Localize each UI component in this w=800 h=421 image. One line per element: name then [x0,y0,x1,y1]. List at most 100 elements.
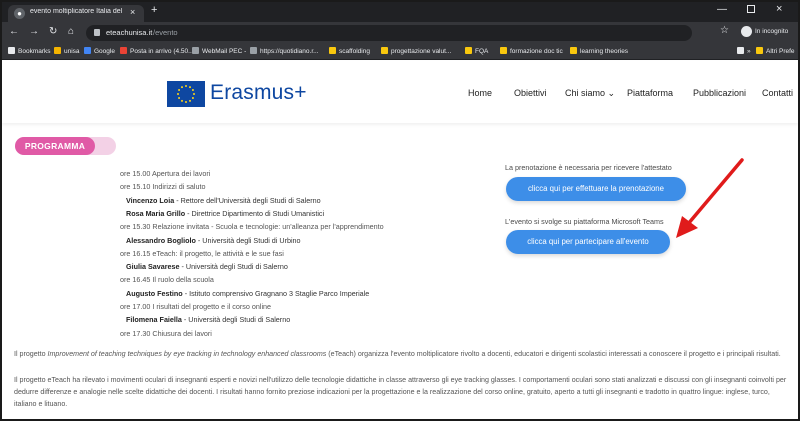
schedule-item: ore 15.00 Apertura dei lavori [120,169,210,178]
bookmark-item[interactable]: WebMail PEC - [192,47,246,55]
schedule-text: eTeach: il progetto, le attività e le su… [152,248,284,258]
bookmark-item[interactable]: » [737,47,751,55]
bookmark-item[interactable]: scaffolding [329,47,370,55]
schedule-text: Chiusura dei lavori [152,328,212,338]
eu-star [181,86,183,89]
nav-home[interactable]: Home [468,88,492,98]
schedule-time: ore 17.00 [120,302,151,311]
speaker-role: - Università degli Studi di Salerno [181,315,291,325]
bookmark-label: Bookmarks [18,48,51,55]
bookmark-folder-icon [737,47,744,54]
bookmark-item[interactable]: progettazione valut... [381,47,451,55]
bookmark-item[interactable]: Bookmarks [8,47,51,55]
booking-button[interactable]: clicca qui per effettuare la prenotazion… [506,177,686,201]
bookmark-item[interactable]: unisa [54,47,80,55]
speaker-role: - Istituto comprensivo Gragnano 3 Stagli… [182,288,370,298]
new-tab-button[interactable]: + [151,4,157,16]
browser-window: ● evento moltiplicatore Italia del p × +… [0,0,800,421]
nav-chi-siamo[interactable]: Chi siamo ⌄ [565,88,615,99]
speaker-name: Filomena Faiella [126,315,182,325]
site-header: Erasmus+ Home Obiettivi Chi siamo ⌄ Piat… [2,61,798,123]
speaker-role: - Rettore dell'Università degli Studi di… [174,195,321,205]
bookmark-label: scaffolding [339,48,370,55]
schedule-time: ore 16.45 [120,275,151,285]
window-close-icon[interactable]: × [776,3,782,15]
url-path: /evento [153,28,178,37]
description-paragraph-1: Il progetto Improvement of teaching tech… [14,348,794,360]
speaker-name: Alessandro Bogliolo [126,235,196,245]
back-arrow-icon[interactable]: ← [9,26,19,37]
bookmark-folder-icon [381,47,388,54]
speaker-name: Giulia Savarese [126,262,180,272]
maximize-icon[interactable] [747,5,755,13]
eu-star [181,99,183,102]
schedule-item: ore 16.45 Il ruolo della scuola [120,275,214,284]
event-platform-note: L'evento si svolge su piattaforma Micros… [505,217,664,226]
bookmark-label: Google [94,48,115,55]
speaker-line: Giulia Savarese - Università degli Studi… [126,262,288,271]
speaker-role: - Direttrice Dipartimento di Studi Umani… [185,208,325,218]
description-intro-rest: (eTeach) organizza l'evento moltiplicato… [326,350,781,358]
eu-star [189,99,191,102]
bookmark-folder-icon [500,47,507,54]
eu-flag-logo[interactable] [167,81,205,107]
schedule-time: ore 15.10 [120,182,151,192]
minimize-icon[interactable]: — [717,4,727,15]
nav-contatti[interactable]: Contatti [762,88,793,98]
bookmark-item[interactable]: https://quotidiano.r... [250,47,319,55]
browser-toolbar: ← → ↻ ⌂ eteachunisa.it /evento ☆ In inco… [2,22,798,44]
bookmark-item[interactable]: Google [84,47,115,55]
bookmark-item[interactable]: learning theories [570,47,628,55]
bookmark-item[interactable]: FQA [465,47,488,55]
tab-strip: ● evento moltiplicatore Italia del p × +… [2,2,798,22]
bookmark-folder-icon [8,47,15,54]
program-heading: PROGRAMMA [15,137,95,155]
join-event-button[interactable]: clicca qui per partecipare all'evento [506,230,670,254]
schedule-text: Indirizzi di saluto [152,182,206,192]
bookmark-item[interactable]: Altri Prefe [756,47,795,55]
home-icon[interactable]: ⌂ [68,26,74,37]
bookmark-label: Altri Prefe [766,48,795,55]
erasmus-logo-text[interactable]: Erasmus+ [210,81,307,105]
bookmark-label: unisa [64,48,80,55]
schedule-time: ore 17.30 [120,328,151,338]
schedule-text: Il ruolo della scuola [152,275,214,285]
description-intro: Il progetto [14,350,48,358]
bookmark-folder-icon [250,47,257,54]
bookmark-item[interactable]: Posta in arrivo (4.50... [120,47,194,55]
bookmark-label: FQA [475,48,489,55]
browser-tab[interactable]: ● evento moltiplicatore Italia del p × [8,5,144,22]
forward-arrow-icon[interactable]: → [29,26,39,37]
speaker-name: Vincenzo Loia [126,195,175,205]
speaker-name: Rosa Maria Grillo [126,208,186,218]
bookmark-star-icon[interactable]: ☆ [720,25,729,36]
schedule-time: ore 16.15 [120,248,151,258]
speaker-line: Alessandro Bogliolo - Università degli S… [126,236,301,245]
speaker-name: Augusto Festino [126,288,183,298]
address-bar[interactable]: eteachunisa.it /evento [86,25,692,41]
nav-piattaforma[interactable]: Piattaforma [627,88,673,98]
incognito-icon[interactable] [741,26,752,37]
bookmark-label: learning theories [580,48,629,55]
eu-star [178,89,181,91]
eu-star [185,101,187,103]
bookmark-label: https://quotidiano.r... [260,48,319,55]
lock-icon [94,29,100,36]
bookmark-item[interactable]: formazione doc tic [500,47,563,55]
nav-pubblicazioni[interactable]: Pubblicazioni [693,88,746,98]
nav-obiettivi[interactable]: Obiettivi [514,88,547,98]
bookmark-folder-icon [756,47,763,54]
schedule-text: I risultati del progetto e il corso onli… [152,302,272,311]
schedule-time: ore 15.00 [120,169,151,178]
bookmark-folder-icon [120,47,127,54]
bookmark-folder-icon [84,47,91,54]
schedule-text: Relazione invitata - Scuola e tecnologie… [152,222,384,232]
eu-star [191,97,194,99]
reload-icon[interactable]: ↻ [49,26,57,37]
schedule-item: ore 15.10 Indirizzi di saluto [120,182,206,191]
tab-close-icon[interactable]: × [130,7,135,17]
tab-title: evento moltiplicatore Italia del p [30,8,124,15]
bookmark-folder-icon [192,47,199,54]
speaker-line: Filomena Faiella - Università degli Stud… [126,315,290,324]
speaker-line: Rosa Maria Grillo - Direttrice Dipartime… [126,209,324,218]
